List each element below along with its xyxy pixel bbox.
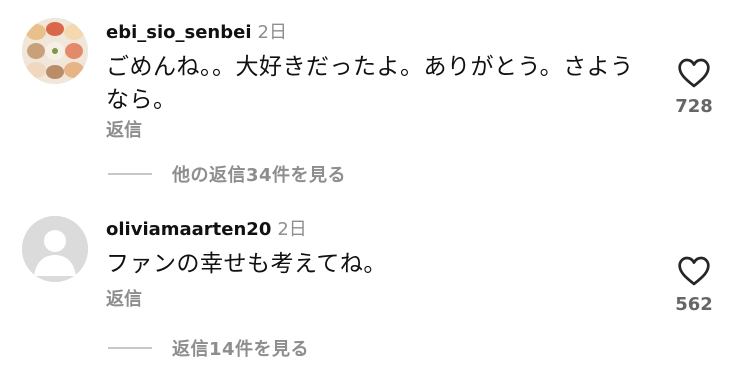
view-replies-label: 他の返信34件を見る <box>172 165 347 186</box>
view-replies-label: 返信14件を見る <box>172 339 310 360</box>
view-replies-button[interactable]: 返信14件を見る <box>108 336 309 360</box>
avatar[interactable] <box>22 216 88 282</box>
comment-text: ファンの幸せも考えてね。 <box>106 251 387 277</box>
replies-divider <box>108 347 152 349</box>
food-photo-avatar-image <box>22 18 88 84</box>
timestamp: 2日 <box>277 219 307 240</box>
heart-outline-icon <box>678 58 710 88</box>
username[interactable]: oliviamaarten20 <box>106 219 271 240</box>
like-button[interactable]: 728 <box>666 58 722 118</box>
comment-header: ebi_sio_senbei 2日 <box>106 22 287 44</box>
like-button[interactable]: 562 <box>666 256 722 316</box>
avatar[interactable] <box>22 18 88 84</box>
comment-text: ごめんね。。大好きだったよ。ありがとう。さようなら。 <box>106 54 634 113</box>
view-replies-button[interactable]: 他の返信34件を見る <box>108 162 346 186</box>
username[interactable]: ebi_sio_senbei <box>106 22 252 43</box>
like-count: 728 <box>675 96 713 117</box>
timestamp: 2日 <box>257 22 287 43</box>
like-count: 562 <box>675 294 713 315</box>
reply-button[interactable]: 返信 <box>106 289 142 311</box>
comment-header: oliviamaarten20 2日 <box>106 219 307 241</box>
replies-divider <box>108 173 152 175</box>
heart-outline-icon <box>678 256 710 286</box>
default-user-avatar-image <box>22 216 88 282</box>
reply-button[interactable]: 返信 <box>106 120 142 142</box>
